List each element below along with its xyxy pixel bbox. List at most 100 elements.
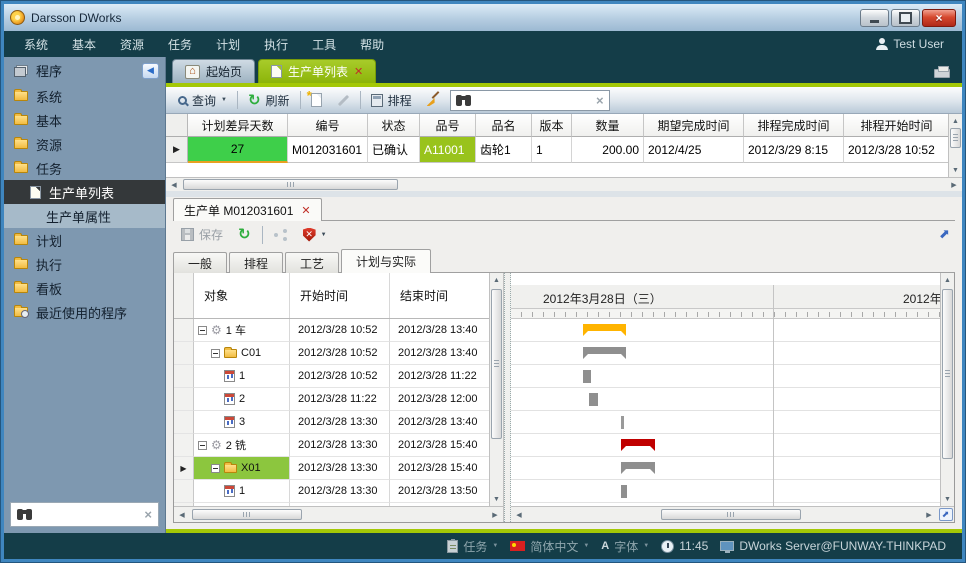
subtab[interactable]: 排程 xyxy=(229,252,283,273)
subtab[interactable]: 工艺 xyxy=(285,252,339,273)
gantt-row[interactable] xyxy=(511,434,940,457)
scroll-up-icon[interactable]: ▲ xyxy=(942,274,953,286)
clear-search-icon[interactable]: × xyxy=(596,93,604,108)
scroll-thumb[interactable] xyxy=(183,179,398,190)
scroll-up-icon[interactable]: ▲ xyxy=(491,274,502,286)
gantt-bar[interactable] xyxy=(583,347,626,359)
clean-button[interactable] xyxy=(422,91,444,109)
scroll-left-icon[interactable]: ◀ xyxy=(175,509,189,520)
schedule-button[interactable]: 排程 xyxy=(367,90,416,111)
panel-splitter[interactable] xyxy=(504,273,511,522)
collapse-node-icon[interactable] xyxy=(211,464,220,473)
flow-button[interactable] xyxy=(270,227,292,243)
menu-item[interactable]: 任务 xyxy=(168,38,192,52)
plan-object-cell[interactable]: 3 xyxy=(194,411,290,434)
close-detail-tab-icon[interactable]: ✕ xyxy=(301,204,310,217)
menu-item[interactable]: 计划 xyxy=(216,38,240,52)
tab-home[interactable]: ⌂起始页 xyxy=(172,59,255,83)
gantt-row[interactable] xyxy=(511,480,940,503)
gantt-bar[interactable] xyxy=(583,324,626,336)
sidebar-item[interactable]: 生产单列表 xyxy=(4,180,165,204)
grid-header-cell[interactable]: 排程开始时间 xyxy=(844,114,950,137)
printer-icon[interactable] xyxy=(934,69,950,78)
scroll-left-icon[interactable]: ◀ xyxy=(512,509,526,520)
validate-dropdown-caret-icon[interactable]: ▼ xyxy=(321,232,327,238)
gantt-bar[interactable] xyxy=(589,393,598,406)
edit-button[interactable] xyxy=(332,92,354,108)
collapse-node-icon[interactable] xyxy=(211,349,220,358)
plan-header-cell[interactable]: 结束时间 xyxy=(390,273,490,318)
grid-cell[interactable]: 齿轮1 xyxy=(476,137,532,163)
sidebar-item[interactable]: 资源 xyxy=(4,132,165,156)
plan-tree-row[interactable]: 12012/3/28 10:522012/3/28 11:22 xyxy=(174,365,489,388)
close-button[interactable]: × xyxy=(922,9,956,27)
status-language-menu[interactable]: 简体中文 ▼ xyxy=(510,538,589,555)
gantt-row[interactable] xyxy=(511,388,940,411)
sidebar-item[interactable]: 看板 xyxy=(4,276,165,300)
gantt-row[interactable] xyxy=(511,457,940,480)
sidebar-item[interactable]: 最近使用的程序 xyxy=(4,300,165,324)
plan-vertical-scrollbar[interactable]: ▲ ▼ xyxy=(489,273,503,506)
gantt-bar[interactable] xyxy=(621,462,655,474)
scroll-thumb[interactable] xyxy=(942,289,953,459)
sidebar-item[interactable]: 基本 xyxy=(4,108,165,132)
gantt-bar[interactable] xyxy=(621,416,624,429)
plan-tree-row[interactable]: ⚙2 铣2012/3/28 13:302012/3/28 15:40 xyxy=(174,434,489,457)
collapse-sidebar-button[interactable]: ◀ xyxy=(142,63,159,79)
plan-object-cell[interactable]: 2 xyxy=(194,388,290,411)
toolbar-search-field[interactable]: × xyxy=(450,90,610,111)
grid-cell[interactable]: 2012/4/25 xyxy=(644,137,744,163)
query-button[interactable]: 查询 ▼ xyxy=(174,90,231,111)
grid-vertical-scrollbar[interactable]: ▲ ▼ xyxy=(948,114,962,177)
plan-tree-row[interactable]: ⚙1 车2012/3/28 10:522012/3/28 13:40 xyxy=(174,319,489,342)
plan-object-cell[interactable]: C01 xyxy=(194,342,290,365)
grid-header-cell[interactable]: 计划差异天数 xyxy=(188,114,288,137)
sidebar-item[interactable]: 系统 xyxy=(4,84,165,108)
gantt-popout-button[interactable]: ⬈ xyxy=(939,508,953,521)
menu-item[interactable]: 系统 xyxy=(24,38,48,52)
grid-cell[interactable]: A11001 xyxy=(420,137,476,163)
scroll-thumb[interactable] xyxy=(661,509,801,520)
scroll-thumb[interactable] xyxy=(192,509,302,520)
plan-object-cell[interactable]: 1 xyxy=(194,480,290,503)
minimize-button[interactable] xyxy=(860,9,889,27)
gantt-row[interactable] xyxy=(511,411,940,434)
gantt-horizontal-scrollbar[interactable]: ◀ ▶ xyxy=(511,506,937,522)
plan-object-cell[interactable]: ⚙1 车 xyxy=(194,319,290,342)
subtab[interactable]: 计划与实际 xyxy=(341,249,431,273)
scroll-right-icon[interactable]: ▶ xyxy=(922,509,936,520)
grid-header-cell[interactable]: 编号 xyxy=(288,114,368,137)
grid-header-cell[interactable]: 数量 xyxy=(572,114,644,137)
sidebar-item[interactable]: 计划 xyxy=(4,228,165,252)
sidebar-search-field[interactable]: × xyxy=(10,502,159,527)
status-font-menu[interactable]: A 字体 ▼ xyxy=(601,538,649,555)
scroll-up-icon[interactable]: ▲ xyxy=(950,115,961,127)
scroll-thumb[interactable] xyxy=(950,128,961,148)
popout-button[interactable]: ⬈ xyxy=(936,225,953,242)
scroll-right-icon[interactable]: ▶ xyxy=(947,179,961,190)
subtab[interactable]: 一般 xyxy=(173,252,227,273)
menu-item[interactable]: 基本 xyxy=(72,38,96,52)
gantt-vertical-scrollbar[interactable]: ▲ ▼ xyxy=(940,273,954,506)
save-button[interactable]: 保存 xyxy=(177,224,227,245)
grid-row[interactable]: ▶27M012031601已确认A11001齿轮11200.002012/4/2… xyxy=(166,137,948,163)
grid-header-cell[interactable]: 排程完成时间 xyxy=(744,114,844,137)
query-dropdown-caret-icon[interactable]: ▼ xyxy=(221,97,227,103)
plan-header-cell[interactable]: 开始时间 xyxy=(290,273,390,318)
tab-production-list[interactable]: 生产单列表✕ xyxy=(258,59,376,83)
new-button[interactable] xyxy=(307,91,326,109)
gantt-row[interactable] xyxy=(511,342,940,365)
menu-item[interactable]: 工具 xyxy=(312,38,336,52)
collapse-node-icon[interactable] xyxy=(198,326,207,335)
plan-tree-row[interactable]: 32012/3/28 13:302012/3/28 13:40 xyxy=(174,411,489,434)
plan-tree-row[interactable]: 22012/3/28 11:222012/3/28 12:00 xyxy=(174,388,489,411)
grid-header-cell[interactable]: 品号 xyxy=(420,114,476,137)
menu-item[interactable]: 资源 xyxy=(120,38,144,52)
plan-header-cell[interactable]: 对象 xyxy=(194,273,290,318)
grid-cell[interactable]: 2012/3/28 10:52 xyxy=(844,137,950,163)
plan-horizontal-scrollbar[interactable]: ◀ ▶ xyxy=(174,506,503,522)
grid-cell[interactable]: 1 xyxy=(532,137,572,163)
gantt-bar[interactable] xyxy=(621,485,627,498)
plan-tree-row[interactable]: 12012/3/28 13:302012/3/28 13:50 xyxy=(174,480,489,503)
gantt-bar[interactable] xyxy=(583,370,591,383)
